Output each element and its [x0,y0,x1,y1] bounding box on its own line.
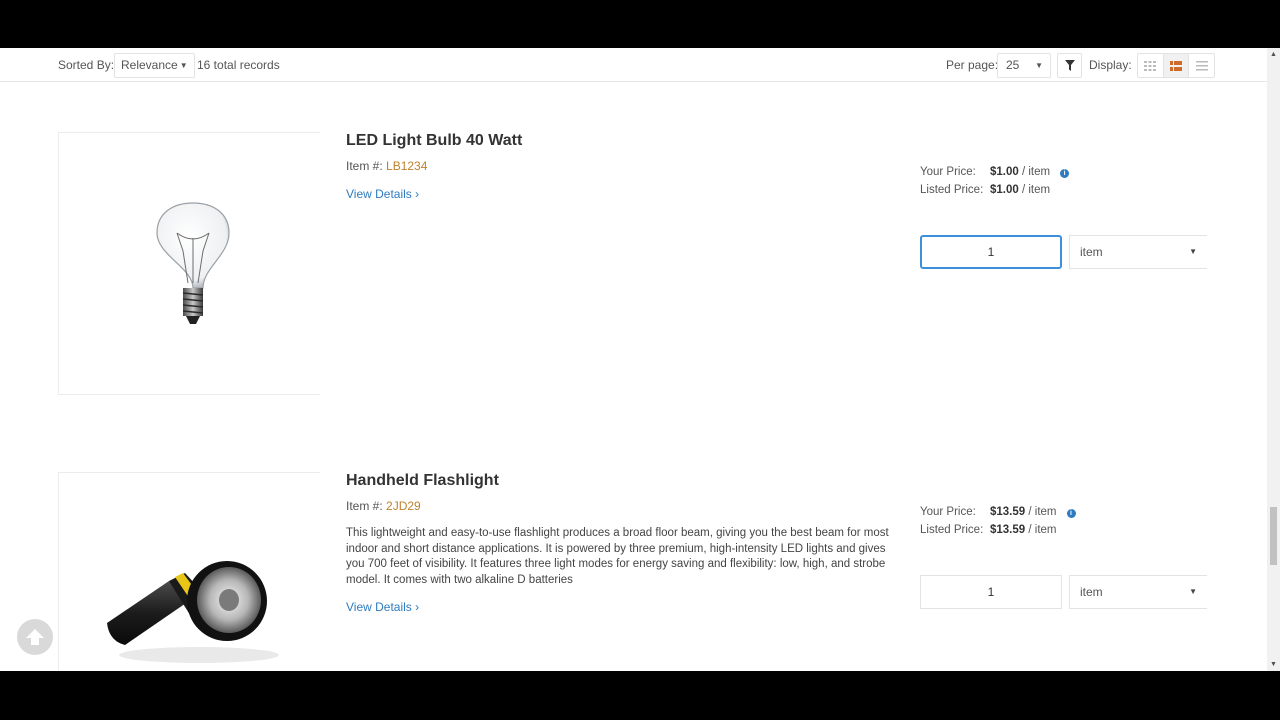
listed-price-row: Listed Price: $1.00 / item [920,181,1069,199]
your-price-unit: / item [1018,166,1051,178]
caret-down-icon: ▼ [1189,247,1197,256]
light-bulb-icon [156,202,230,324]
your-price-row: Your Price: $1.00 / item i [920,163,1070,181]
flashlight-icon [107,561,279,663]
product-image[interactable] [58,472,320,671]
unit-select[interactable]: item ▼ [1069,235,1207,269]
unit-select[interactable]: item ▼ [1069,575,1207,609]
list-detailed-icon [1170,60,1182,71]
your-price-row: Your Price: $13.59 / item i [920,503,1076,521]
your-price-label: Your Price: [920,506,976,518]
caret-down-icon: ▼ [179,61,188,70]
info-icon[interactable]: i [1060,169,1070,178]
listed-price-value: $13.59 [990,524,1026,536]
product-title[interactable]: LED Light Bulb 40 Watt [346,132,522,150]
your-price-label: Your Price: [920,166,976,178]
product-description: This lightweight and easy-to-use flashli… [346,527,889,586]
listed-price-unit: / item [1025,524,1057,536]
item-number: Item #: 2JD29 [346,499,421,513]
filter-icon [1064,60,1075,71]
results-toolbar: Sorted By: Relevance ▼ 16 total records P… [0,48,1267,82]
listed-price-label: Listed Price: [920,184,984,196]
your-price-value: $1.00 [990,166,1019,178]
arrow-up-icon [26,629,44,645]
sort-select[interactable]: Relevance ▼ [114,53,195,78]
sorted-by-label: Sorted By: [58,58,115,72]
your-price-value: $13.59 [990,506,1026,518]
quantity-input[interactable]: 1 [920,235,1062,269]
view-details-link[interactable]: View Details › [346,187,419,201]
display-grid-button[interactable] [1138,54,1164,77]
list-compact-icon [1195,60,1208,70]
view-details-link[interactable]: View Details › [346,600,419,614]
total-records: 16 total records [197,58,280,72]
per-page-select[interactable]: 25 ▼ [997,53,1051,78]
per-page-value: 25 [1006,58,1020,72]
page-viewport: Sorted By: Relevance ▼ 16 total records P… [0,48,1280,671]
price-block: Your Price: $1.00 / item i Listed Price: $1… [920,163,1070,199]
vertical-scrollbar[interactable]: ▲ ▼ [1267,48,1280,671]
caret-down-icon: ▼ [1035,61,1043,70]
scroll-up-arrow-icon[interactable]: ▲ [1267,48,1280,61]
display-mode-group [1137,53,1215,78]
display-list-detailed-button[interactable] [1163,54,1190,77]
scroll-down-arrow-icon[interactable]: ▼ [1267,658,1280,671]
info-icon[interactable]: i [1066,509,1076,518]
item-number: Item #: LB1234 [346,159,427,173]
your-price-unit: / item [1025,506,1057,518]
unit-select-value: item [1080,245,1103,259]
item-number-code: 2JD29 [386,499,421,513]
filter-button[interactable] [1057,53,1082,78]
listed-price-value: $1.00 [990,184,1019,196]
listed-price-row: Listed Price: $13.59 / item [920,521,1076,539]
sort-select-value: Relevance [121,58,178,72]
item-number-code: LB1234 [386,159,428,173]
product-image[interactable] [58,132,320,395]
unit-select-value: item [1080,585,1103,599]
listed-price-label: Listed Price: [920,524,984,536]
listed-price-unit: / item [1018,184,1051,196]
scroll-thumb[interactable] [1270,507,1277,565]
display-list-compact-button[interactable] [1189,54,1214,77]
price-block: Your Price: $13.59 / item i Listed Price: $… [920,503,1076,539]
grid-icon [1144,60,1157,71]
back-to-top-button[interactable] [17,619,53,655]
caret-down-icon: ▼ [1189,587,1197,596]
product-title[interactable]: Handheld Flashlight [346,472,499,490]
item-number-label: Item #: [346,499,383,513]
per-page-label: Per page: [946,58,999,72]
item-number-label: Item #: [346,159,383,173]
display-label: Display: [1089,58,1132,72]
quantity-input[interactable]: 1 [920,575,1062,609]
